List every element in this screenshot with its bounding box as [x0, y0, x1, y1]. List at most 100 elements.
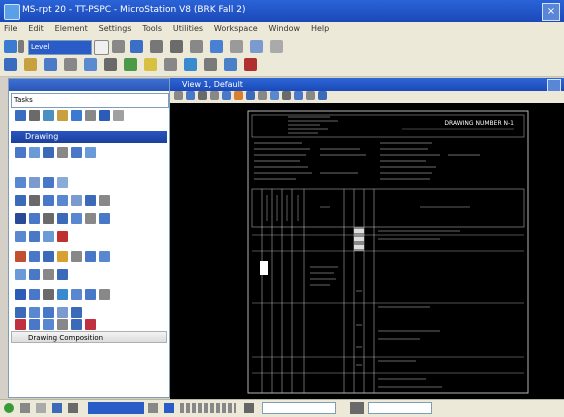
view-next-icon[interactable] [282, 91, 291, 100]
view-group-buttons[interactable] [180, 403, 236, 413]
cell-library-icon[interactable] [29, 289, 40, 300]
menu-workspace[interactable]: Workspace [210, 22, 262, 35]
menu-window[interactable]: Window [265, 22, 305, 35]
delete-icon[interactable] [57, 231, 68, 242]
template-icon[interactable] [210, 40, 223, 53]
partial-delete-icon[interactable] [29, 195, 40, 206]
place-shape-icon[interactable] [29, 177, 40, 188]
select-cell-icon[interactable] [71, 289, 82, 300]
place-note-icon[interactable] [43, 251, 54, 262]
window-close-button[interactable]: × [542, 3, 560, 21]
task-icon[interactable] [99, 110, 110, 121]
rotate-icon[interactable] [57, 213, 68, 224]
menu-help[interactable]: Help [307, 22, 333, 35]
place-block-icon[interactable] [15, 177, 26, 188]
display-text-icon[interactable] [85, 251, 96, 262]
place-cell-icon[interactable] [15, 289, 26, 300]
show-pattern-icon[interactable] [57, 319, 68, 330]
view-group-prev-icon[interactable] [244, 403, 254, 413]
levels-dropdown[interactable] [350, 402, 364, 414]
update-view-icon[interactable] [186, 91, 195, 100]
element-class-icon[interactable] [190, 40, 203, 53]
dimension-radial-icon[interactable] [43, 269, 54, 280]
menu-settings[interactable]: Settings [95, 22, 136, 35]
task-icon[interactable] [15, 110, 26, 121]
area-pattern-icon[interactable] [29, 319, 40, 330]
cell-table-icon[interactable] [99, 289, 110, 300]
active-level-combo[interactable]: Level [28, 40, 92, 55]
chamfer-icon[interactable] [85, 195, 96, 206]
attributes-extra-icon[interactable] [270, 40, 283, 53]
task-icon[interactable] [43, 110, 54, 121]
menu-tools[interactable]: Tools [138, 22, 166, 35]
task-icon[interactable] [113, 110, 124, 121]
align-icon[interactable] [99, 213, 110, 224]
replace-cell-icon[interactable] [43, 289, 54, 300]
copy-icon[interactable] [104, 58, 117, 71]
render-mode-icon[interactable] [306, 91, 315, 100]
copy-view-icon[interactable] [294, 91, 303, 100]
key-in-icon[interactable] [244, 58, 257, 71]
place-line-icon[interactable] [15, 147, 26, 158]
spell-check-icon[interactable] [71, 251, 82, 262]
array-icon[interactable] [85, 213, 96, 224]
design-history-icon[interactable] [164, 403, 174, 413]
trim-icon[interactable] [57, 195, 68, 206]
task-icon[interactable] [57, 110, 68, 121]
raster-icon[interactable] [224, 58, 237, 71]
menu-utilities[interactable]: Utilities [169, 22, 207, 35]
accudraw-icon[interactable] [52, 403, 62, 413]
priority-icon[interactable] [230, 40, 243, 53]
fit-view-icon[interactable] [234, 91, 243, 100]
text-node-icon[interactable] [99, 251, 110, 262]
delete-pattern-icon[interactable] [85, 319, 96, 330]
models-icon[interactable] [184, 58, 197, 71]
construct-icon[interactable] [99, 195, 110, 206]
print-icon[interactable] [64, 58, 77, 71]
define-cell-icon[interactable] [57, 289, 68, 300]
active-model-combo[interactable] [88, 402, 144, 414]
open-file-icon[interactable] [24, 58, 37, 71]
snap-icon[interactable] [20, 403, 30, 413]
drawing-canvas[interactable]: DRAWING NUMBER N-1 [170, 103, 564, 399]
clip-volume-icon[interactable] [318, 91, 327, 100]
linear-pattern-icon[interactable] [43, 319, 54, 330]
line-style-icon[interactable] [130, 40, 143, 53]
place-smartline-icon[interactable] [29, 147, 40, 158]
view-previous-icon[interactable] [270, 91, 279, 100]
move-icon[interactable] [15, 213, 26, 224]
menu-element[interactable]: Element [51, 22, 92, 35]
level-manager-icon[interactable] [4, 40, 17, 53]
rotate-view-icon[interactable] [246, 91, 255, 100]
measure-radius-icon[interactable] [57, 307, 68, 318]
dimension-length-icon[interactable] [15, 269, 26, 280]
modify-element-icon[interactable] [15, 195, 26, 206]
mirror-icon[interactable] [71, 213, 82, 224]
element-selection-icon[interactable] [4, 403, 14, 413]
menu-file[interactable]: File [0, 22, 21, 35]
paste-icon[interactable] [124, 58, 137, 71]
element-info-icon[interactable] [68, 403, 78, 413]
line-weight-icon[interactable] [150, 40, 163, 53]
references-icon[interactable] [204, 58, 217, 71]
drawing-composition-section[interactable]: Drawing Composition [11, 331, 167, 343]
text-style-icon[interactable] [57, 251, 68, 262]
measure-distance-icon[interactable] [15, 307, 26, 318]
pan-view-icon[interactable] [258, 91, 267, 100]
dimension-angle-icon[interactable] [29, 269, 40, 280]
task-icon[interactable] [71, 110, 82, 121]
undo-icon[interactable] [144, 58, 157, 71]
ungroup-icon[interactable] [29, 231, 40, 242]
dimension-element-icon[interactable] [57, 269, 68, 280]
match-pattern-icon[interactable] [71, 319, 82, 330]
fillet-icon[interactable] [71, 195, 82, 206]
dropdown-arrow-icon[interactable] [18, 40, 24, 53]
group-icon[interactable] [15, 231, 26, 242]
redo-icon[interactable] [164, 58, 177, 71]
cell-origin-icon[interactable] [85, 289, 96, 300]
tasks-combo[interactable]: Tasks [11, 93, 169, 108]
zoom-in-icon[interactable] [198, 91, 207, 100]
new-file-icon[interactable] [4, 58, 17, 71]
scale-icon[interactable] [43, 213, 54, 224]
place-stream-icon[interactable] [71, 147, 82, 158]
